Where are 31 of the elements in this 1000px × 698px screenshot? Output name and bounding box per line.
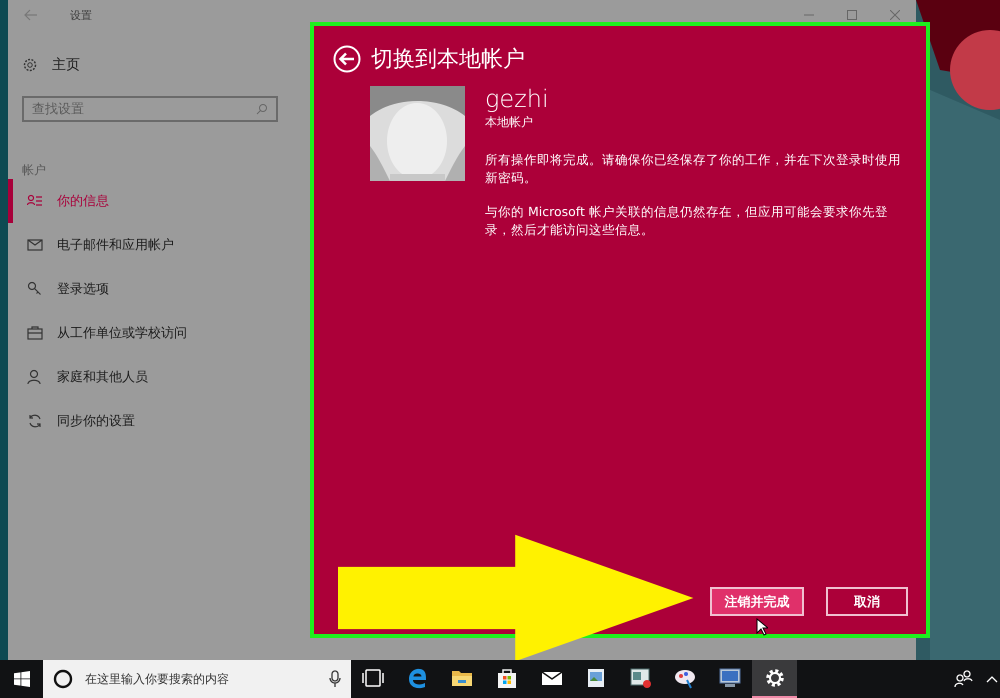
people-icon[interactable] [954, 669, 974, 689]
section-heading: 帐户 [22, 162, 47, 179]
sidebar-item[interactable]: 电子邮件和应用帐户 [8, 223, 302, 267]
account-type: 本地帐户 [485, 114, 534, 131]
message-text: 与你的 Microsoft 帐户关联的信息仍然存在，但应用可能会要求你先登录，然后才能访问这些信息。 [485, 203, 889, 239]
key-icon [27, 281, 43, 297]
sidebar-item[interactable]: 家庭和其他人员 [8, 355, 302, 399]
microphone-icon[interactable] [329, 670, 341, 688]
home-link[interactable]: 主页 [52, 56, 80, 74]
dialog-title: 切换到本地帐户 [371, 46, 525, 74]
caret-icon[interactable] [986, 675, 998, 683]
cancel-button[interactable]: 取消 [826, 587, 908, 616]
briefcase-icon [27, 325, 43, 341]
sync-icon [27, 413, 43, 429]
circle-icon [53, 669, 73, 689]
sign-out-button[interactable]: 注销并完成 [710, 587, 804, 616]
mail-icon [27, 237, 43, 253]
monitor-icon [718, 666, 742, 690]
search-field[interactable]: 在这里输入你要搜索的内容 [43, 660, 351, 698]
windows-icon[interactable] [14, 671, 30, 687]
settings-icon[interactable] [22, 57, 38, 73]
sidebar-item[interactable]: 从工作单位或学校访问 [8, 311, 302, 355]
taskbar-button[interactable] [752, 660, 797, 698]
user-name: gezhi [485, 86, 550, 112]
person-icon [27, 369, 43, 385]
sidebar-item[interactable]: 同步你的设置 [8, 399, 302, 443]
sidebar-item[interactable]: 登录选项 [8, 267, 302, 311]
window-icon [628, 666, 653, 690]
cursor-icon [756, 618, 768, 636]
window-title: 设置 [70, 8, 92, 22]
message-text: 所有操作即将完成。请确保你已经保存了你的工作，并在下次登录时使用新密码。 [485, 151, 902, 187]
